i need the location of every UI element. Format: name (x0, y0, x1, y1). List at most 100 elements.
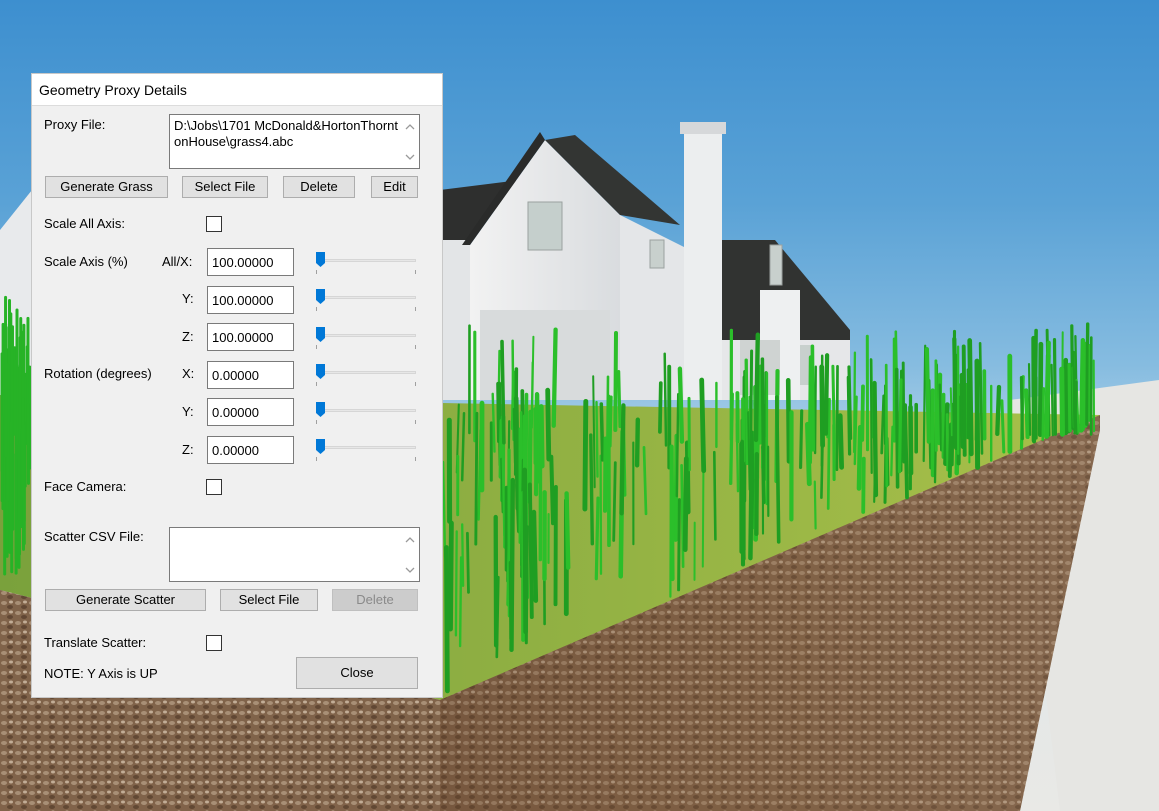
grass-blade (448, 520, 454, 632)
grass-blade (527, 482, 534, 620)
grass-blade (677, 498, 681, 592)
dialog-titlebar[interactable]: Geometry Proxy Details (32, 74, 442, 106)
rotation-y-input[interactable] (207, 398, 294, 426)
grass-blade (564, 491, 571, 570)
grass-blade (938, 383, 943, 452)
grass-blade (774, 395, 781, 544)
face-camera-checkbox[interactable] (206, 479, 222, 495)
grass-blade (961, 344, 967, 457)
scale-y-input[interactable] (207, 286, 294, 314)
grass-blade (531, 509, 539, 603)
slider-tick (316, 420, 317, 424)
grass-blade (922, 344, 927, 463)
grass-blade (753, 332, 760, 443)
rotation-label: Rotation (degrees) (44, 366, 152, 381)
close-button[interactable]: Close (296, 657, 418, 689)
grass-blade (712, 450, 717, 541)
select-scatter-file-button[interactable]: Select File (220, 589, 318, 611)
grass-blade (835, 365, 839, 472)
scale-z-slider[interactable] (316, 327, 416, 351)
rotation-y-slider[interactable] (316, 402, 416, 426)
generate-grass-button[interactable]: Generate Grass (45, 176, 168, 198)
grass-blade (974, 358, 981, 470)
grass-blade (1000, 399, 1006, 454)
grass-blade (785, 377, 792, 464)
proxy-file-path: D:\Jobs\1701 McDonald&HortonThorntonHous… (174, 118, 399, 149)
proxy-file-label: Proxy File: (44, 117, 106, 132)
grass-blade (551, 327, 558, 428)
grass-blade (860, 384, 865, 442)
rotation-x-input[interactable] (207, 361, 294, 389)
grass-blade (663, 352, 668, 447)
select-file-button[interactable]: Select File (182, 176, 268, 198)
slider-track (316, 259, 416, 262)
scroll-down-icon[interactable] (405, 566, 415, 574)
dialog-title: Geometry Proxy Details (39, 82, 187, 98)
grass-blade (1027, 362, 1032, 436)
rotation-x-slider[interactable] (316, 364, 416, 388)
slider-thumb[interactable] (316, 439, 325, 454)
geometry-proxy-dialog: Geometry Proxy Details Proxy File: D:\Jo… (31, 73, 443, 698)
grass-blade (760, 357, 766, 450)
slider-tick (415, 457, 416, 461)
grass-blade (890, 425, 894, 477)
grass-blade (924, 347, 931, 444)
scatter-csv-textbox[interactable] (169, 527, 420, 582)
scroll-down-icon[interactable] (405, 153, 415, 161)
scale-y-slider[interactable] (316, 289, 416, 313)
slider-thumb[interactable] (316, 327, 325, 342)
scroll-up-icon[interactable] (405, 536, 415, 544)
grass-blade (658, 381, 663, 434)
grass-blade (495, 575, 500, 659)
slider-tick (316, 345, 317, 349)
grass-blade (813, 365, 817, 455)
generate-scatter-button[interactable]: Generate Scatter (45, 589, 206, 611)
grass-blade (465, 531, 470, 594)
grass-blade (831, 364, 836, 451)
grass-blade (595, 400, 599, 478)
slider-thumb[interactable] (316, 289, 325, 304)
proxy-file-textbox[interactable]: D:\Jobs\1701 McDonald&HortonThorntonHous… (169, 114, 420, 169)
slider-tick (316, 270, 317, 274)
edit-button[interactable]: Edit (371, 176, 418, 198)
grass-blade (826, 397, 831, 510)
delete-button[interactable]: Delete (283, 176, 355, 198)
slider-thumb[interactable] (316, 364, 325, 379)
slider-tick (415, 270, 416, 274)
scale-x-input[interactable] (207, 248, 294, 276)
grass-blade (884, 363, 889, 488)
grass-blade (599, 402, 605, 462)
slider-track (316, 409, 416, 412)
grass-blade (454, 530, 458, 637)
rotation-z-input[interactable] (207, 436, 294, 464)
grass-blade (853, 351, 857, 454)
slider-thumb[interactable] (316, 252, 325, 267)
grass-blade (699, 377, 707, 474)
delete-scatter-button[interactable]: Delete (332, 589, 418, 611)
slider-thumb[interactable] (316, 402, 325, 417)
grass-blade (1019, 375, 1024, 441)
grass-blade (613, 331, 618, 432)
scale-y-label: Y: (182, 291, 194, 306)
grass-blade (1033, 328, 1038, 438)
scroll-up-icon[interactable] (405, 123, 415, 131)
grass-blade (1085, 322, 1090, 426)
slider-tick (415, 345, 416, 349)
scale-z-label: Z: (182, 329, 194, 344)
grass-blade (1050, 363, 1054, 437)
scale-all-axis-checkbox[interactable] (206, 216, 222, 232)
grass-blade (634, 417, 640, 468)
rotation-z-slider[interactable] (316, 439, 416, 463)
translate-scatter-checkbox[interactable] (206, 635, 222, 651)
rotation-z-label: Z: (182, 442, 194, 457)
grass-blade (589, 433, 594, 546)
grass-blade (813, 480, 817, 530)
grass-blade (1037, 341, 1044, 438)
scale-all-axis-label: Scale All Axis: (44, 216, 125, 231)
scale-z-input[interactable] (207, 323, 294, 351)
y-axis-note: NOTE: Y Axis is UP (44, 666, 158, 681)
grass-blade (757, 364, 763, 445)
scale-x-slider[interactable] (316, 252, 416, 276)
rotation-x-label: X: (182, 366, 195, 381)
scale-x-label: All/X: (162, 254, 193, 269)
